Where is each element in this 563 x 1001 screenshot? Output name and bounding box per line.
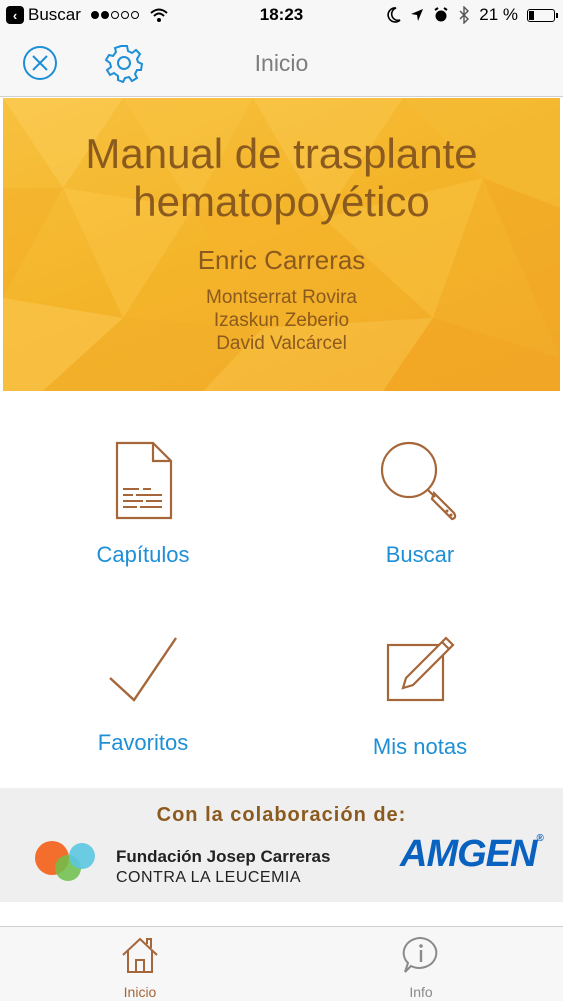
book-title-line-1: Manual de trasplante <box>85 130 478 177</box>
tab-bar: Inicio Info <box>0 926 563 1001</box>
foundation-name: Fundación Josep Carreras <box>116 847 331 866</box>
battery-percent: 21 % <box>479 5 518 24</box>
alarm-icon <box>434 7 448 22</box>
moon-icon <box>387 7 401 23</box>
location-arrow-icon <box>411 9 424 21</box>
book-cover-banner: Manual de trasplante hematopoyético Enri… <box>3 98 560 391</box>
bluetooth-icon <box>459 6 470 24</box>
notepad-pencil-icon <box>386 636 455 702</box>
tab-info[interactable]: Info <box>371 935 471 1000</box>
menu-notes[interactable]: Mis notas <box>280 632 560 760</box>
navigation-bar: Inicio <box>0 32 563 97</box>
menu-search[interactable]: Buscar <box>280 440 560 568</box>
status-right: 21 % <box>387 5 558 25</box>
menu-chapters-label[interactable]: Capítulos <box>3 542 283 568</box>
sponsor-logo: AMGEN® <box>400 833 544 876</box>
magnifier-icon <box>380 441 457 521</box>
tab-inicio-label[interactable]: Inicio <box>90 984 190 1000</box>
coauthor-3: David Valcárcel <box>216 333 347 354</box>
status-bar: ‹ Buscar 18:23 21 % <box>0 0 563 32</box>
menu-chapters[interactable]: Capítulos <box>3 440 283 568</box>
tab-inicio[interactable]: Inicio <box>90 935 190 1000</box>
menu-favorites[interactable]: Favoritos <box>3 634 283 756</box>
coauthor-1: Montserrat Rovira <box>206 287 357 308</box>
sponsor-registered-mark: ® <box>536 833 543 844</box>
foundation-subtitle: CONTRA LA LEUCEMIA <box>116 869 302 886</box>
info-bubble-icon <box>402 936 438 973</box>
collaboration-title: Con la colaboración de: <box>156 804 407 826</box>
document-icon <box>115 441 173 520</box>
tab-info-label[interactable]: Info <box>371 984 471 1000</box>
sponsor-name: AMGEN <box>400 833 537 875</box>
book-title-line-2: hematopoyético <box>133 178 430 225</box>
fundacion-logo-icon <box>35 841 95 881</box>
page-title: Inicio <box>254 50 309 76</box>
collaboration-section: Con la colaboración de: Fundación Josep … <box>0 788 563 902</box>
menu-search-label[interactable]: Buscar <box>280 542 560 568</box>
menu-favorites-label[interactable]: Favoritos <box>3 730 283 756</box>
home-icon <box>122 937 158 973</box>
coauthor-2: Izaskun Zeberio <box>213 310 350 331</box>
battery-icon <box>527 8 558 22</box>
checkmark-icon <box>109 637 177 702</box>
menu-notes-label[interactable]: Mis notas <box>280 734 560 760</box>
book-author: Enric Carreras <box>197 245 366 275</box>
